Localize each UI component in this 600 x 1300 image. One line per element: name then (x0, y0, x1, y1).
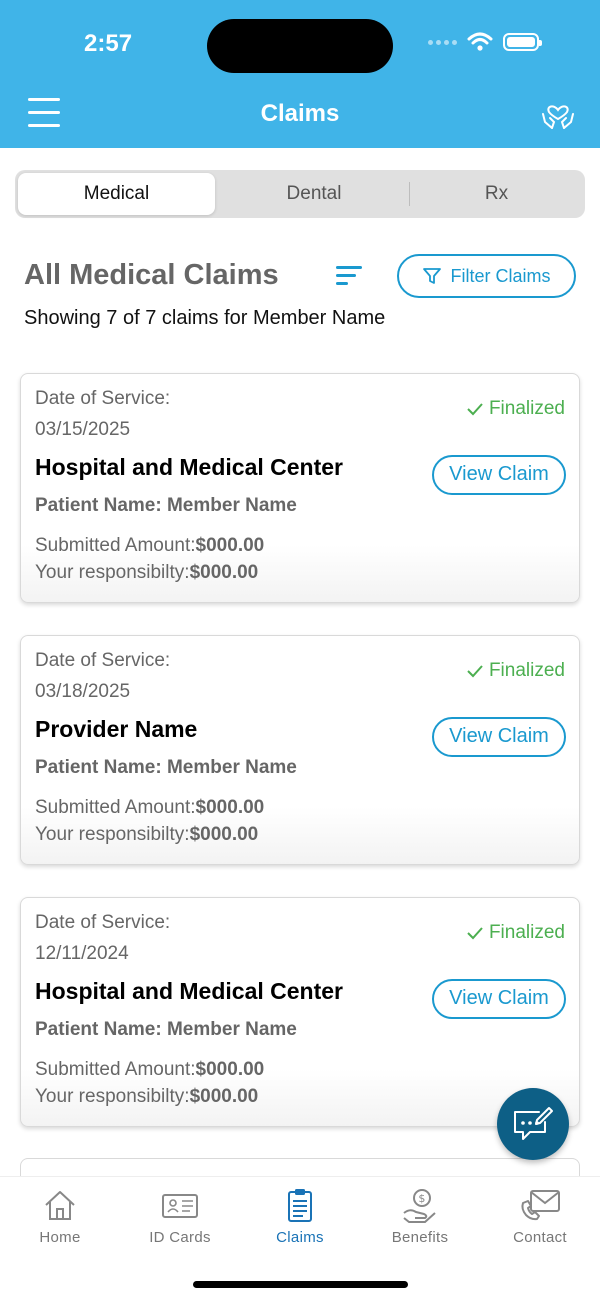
status-text: Finalized (488, 398, 565, 419)
submitted-amount: $000.00 (195, 535, 265, 556)
provider-name: Provider Name (35, 716, 198, 742)
check-icon (467, 927, 483, 940)
responsibility-row: Your responsibilty:$000.00 (35, 562, 258, 584)
check-icon (467, 403, 483, 416)
nav-contact[interactable]: Contact (480, 1187, 600, 1246)
responsibility-row: Your responsibilty:$000.00 (35, 824, 258, 846)
filter-icon (423, 268, 442, 284)
date-of-service: 03/18/2025 (35, 681, 131, 702)
submitted-amount-row: Submitted Amount:$000.00 (35, 797, 264, 819)
responsibility-label: Your responsibilty: (35, 562, 190, 583)
claim-card[interactable]: Date of Service: 03/15/2025 Finalized Ho… (20, 373, 580, 603)
filter-claims-button[interactable]: Filter Claims (397, 254, 576, 298)
dynamic-island (207, 19, 393, 73)
status-icons (428, 32, 542, 52)
date-of-service: 12/11/2024 (35, 943, 129, 964)
svg-text:$: $ (418, 1192, 425, 1205)
nav-home[interactable]: Home (0, 1187, 120, 1246)
date-of-service-label: Date of Service: (35, 912, 171, 933)
patient-name: Patient Name: Member Name (35, 1019, 297, 1040)
date-of-service: 03/15/2025 (35, 419, 131, 440)
id-card-icon (162, 1194, 198, 1218)
date-of-service-label: Date of Service: (35, 388, 171, 409)
app-header: 2:57 Claims (0, 0, 600, 148)
chat-edit-icon (514, 1107, 553, 1140)
submitted-amount-row: Submitted Amount:$000.00 (35, 535, 264, 557)
patient-name: Patient Name: Member Name (35, 757, 297, 778)
patient-name: Patient Name: Member Name (35, 495, 297, 516)
view-claim-button[interactable]: View Claim (432, 717, 566, 757)
home-icon (45, 1191, 75, 1220)
view-claim-button[interactable]: View Claim (432, 979, 566, 1019)
status-badge: Finalized (467, 922, 565, 944)
status-time: 2:57 (84, 30, 133, 57)
status-badge: Finalized (467, 398, 565, 420)
heart-hands-icon[interactable] (540, 96, 576, 132)
claim-card[interactable]: Date of Service: 12/11/2024 Finalized Ho… (20, 897, 580, 1127)
clipboard-icon (288, 1189, 312, 1222)
submitted-amount-label: Submitted Amount: (35, 535, 196, 556)
home-indicator (193, 1281, 408, 1288)
submitted-amount-label: Submitted Amount: (35, 1059, 196, 1080)
tab-rx[interactable]: Rx (411, 173, 582, 215)
nav-benefits-label: Benefits (391, 1229, 449, 1246)
date-of-service-label: Date of Service: (35, 650, 171, 671)
status-badge: Finalized (467, 660, 565, 682)
nav-contact-label: Contact (513, 1229, 567, 1246)
submitted-amount-row: Submitted Amount:$000.00 (35, 1059, 264, 1081)
battery-icon (503, 33, 542, 51)
nav-id-cards[interactable]: ID Cards (120, 1187, 240, 1246)
responsibility-amount: $000.00 (189, 824, 259, 845)
status-text: Finalized (488, 922, 565, 943)
envelope-icon (521, 1190, 560, 1221)
section-title: All Medical Claims (24, 259, 279, 291)
view-claim-button[interactable]: View Claim (432, 455, 566, 495)
wifi-icon (467, 32, 493, 51)
responsibility-amount: $000.00 (189, 1086, 259, 1107)
submitted-amount: $000.00 (195, 797, 265, 818)
responsibility-label: Your responsibilty: (35, 824, 190, 845)
nav-claims[interactable]: Claims (240, 1187, 360, 1246)
nav-claims-label: Claims (276, 1229, 324, 1246)
check-icon (467, 665, 483, 678)
claim-card[interactable]: Date of Service: 03/18/2025 Finalized Pr… (20, 635, 580, 865)
responsibility-label: Your responsibilty: (35, 1086, 190, 1107)
submitted-amount-label: Submitted Amount: (35, 797, 196, 818)
provider-name: Hospital and Medical Center (35, 978, 344, 1004)
page-title: Claims (260, 100, 340, 127)
submitted-amount: $000.00 (195, 1059, 265, 1080)
claim-type-tabs: Medical Dental Rx (15, 170, 585, 218)
responsibility-row: Your responsibilty:$000.00 (35, 1086, 258, 1108)
nav-benefits[interactable]: $ Benefits (360, 1187, 480, 1246)
sort-icon[interactable] (334, 264, 366, 288)
showing-count: Showing 7 of 7 claims for Member Name (24, 307, 386, 329)
benefits-icon: $ (403, 1189, 436, 1223)
signal-icon (428, 39, 457, 45)
tab-divider (409, 182, 410, 206)
filter-claims-label: Filter Claims (450, 265, 551, 286)
nav-id-cards-label: ID Cards (149, 1229, 211, 1246)
tab-dental[interactable]: Dental (220, 173, 408, 215)
nav-home-label: Home (39, 1229, 81, 1246)
status-text: Finalized (488, 660, 565, 681)
chat-button[interactable] (497, 1088, 569, 1160)
responsibility-amount: $000.00 (189, 562, 259, 583)
provider-name: Hospital and Medical Center (35, 454, 344, 480)
tab-medical[interactable]: Medical (18, 173, 215, 215)
